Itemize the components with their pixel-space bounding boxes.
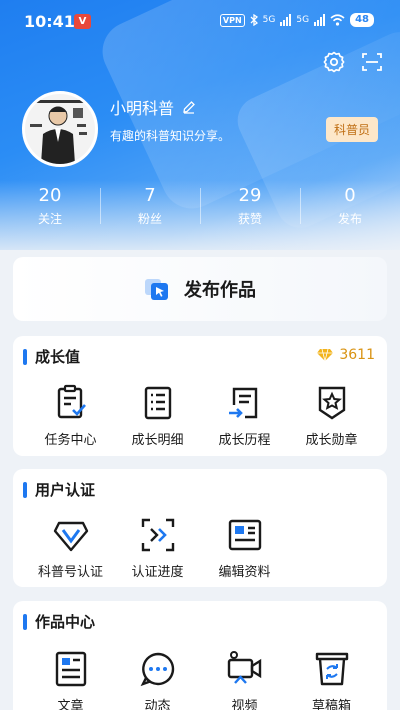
certification-section: 用户认证 科普号认证 认证进度 编辑资料 bbox=[13, 469, 387, 587]
status-time: 10:41 bbox=[24, 12, 75, 31]
medal-icon bbox=[318, 386, 345, 420]
growth-medal-item[interactable]: 成长勋章 bbox=[288, 383, 375, 448]
stat-followers[interactable]: 7 粉丝 bbox=[100, 184, 200, 228]
progress-icon bbox=[141, 518, 174, 552]
edit-profile-icon bbox=[228, 519, 261, 551]
works-title: 作品中心 bbox=[35, 613, 96, 631]
settings-icon[interactable] bbox=[322, 50, 346, 74]
video-item[interactable]: 视频 bbox=[201, 649, 288, 710]
publish-label: 发布作品 bbox=[184, 280, 256, 301]
growth-detail-item[interactable]: 成长明细 bbox=[114, 383, 201, 448]
wifi-icon bbox=[330, 14, 345, 26]
battery-icon: 48 bbox=[350, 13, 374, 27]
works-section: 作品中心 文章 动态 视频 草稿箱 bbox=[13, 601, 387, 710]
growth-points[interactable]: 3611 bbox=[316, 347, 375, 363]
stat-following[interactable]: 20 关注 bbox=[0, 184, 100, 228]
certification-title: 用户认证 bbox=[35, 481, 96, 499]
signal-icon-2 bbox=[314, 14, 326, 26]
drafts-item[interactable]: 草稿箱 bbox=[288, 649, 375, 710]
task-center-item[interactable]: 任务中心 bbox=[27, 383, 114, 448]
verify-icon bbox=[53, 521, 88, 552]
username[interactable]: 小明科普 bbox=[110, 95, 196, 119]
drafts-icon bbox=[315, 652, 348, 686]
diamond-icon bbox=[317, 348, 334, 362]
status-bar: 10:41 V VPN 5G 5G 48 bbox=[0, 0, 400, 44]
app-notification-icon: V bbox=[74, 14, 91, 29]
growth-title: 成长值 bbox=[35, 348, 81, 366]
publish-icon bbox=[145, 279, 168, 300]
verify-progress-item[interactable]: 认证进度 bbox=[114, 515, 201, 580]
growth-history-item[interactable]: 成长历程 bbox=[201, 383, 288, 448]
growth-section: 成长值 3611 任务中心 成长明细 成长历程 成长勋章 bbox=[13, 336, 387, 456]
bio: 有趣的科普知识分享。 bbox=[110, 129, 231, 143]
list-icon bbox=[144, 386, 171, 420]
publish-button[interactable]: 发布作品 bbox=[13, 257, 387, 321]
stats-row: 20 关注 7 粉丝 29 获赞 0 发布 bbox=[0, 184, 400, 228]
history-icon bbox=[228, 387, 257, 419]
role-badge[interactable]: 科普员 bbox=[325, 117, 378, 142]
science-account-verify-item[interactable]: 科普号认证 bbox=[27, 515, 114, 580]
task-icon bbox=[57, 384, 86, 419]
article-item[interactable]: 文章 bbox=[27, 649, 114, 710]
vpn-icon: VPN bbox=[219, 13, 245, 27]
video-icon bbox=[227, 651, 261, 684]
article-icon bbox=[55, 651, 86, 687]
signal-icon bbox=[280, 14, 292, 26]
moment-item[interactable]: 动态 bbox=[114, 649, 201, 710]
scan-icon[interactable] bbox=[360, 50, 384, 74]
network-5g-label: 5G bbox=[262, 15, 276, 25]
bluetooth-icon bbox=[250, 14, 258, 26]
moment-icon bbox=[140, 652, 174, 687]
network-5g-label-2: 5G bbox=[296, 15, 310, 25]
stat-likes[interactable]: 29 获赞 bbox=[200, 184, 300, 228]
stat-posts[interactable]: 0 发布 bbox=[300, 184, 400, 228]
username-text: 小明科普 bbox=[110, 99, 175, 118]
edit-profile-item[interactable]: 编辑资料 bbox=[201, 515, 288, 580]
avatar[interactable] bbox=[22, 91, 98, 167]
edit-icon[interactable] bbox=[182, 100, 196, 114]
